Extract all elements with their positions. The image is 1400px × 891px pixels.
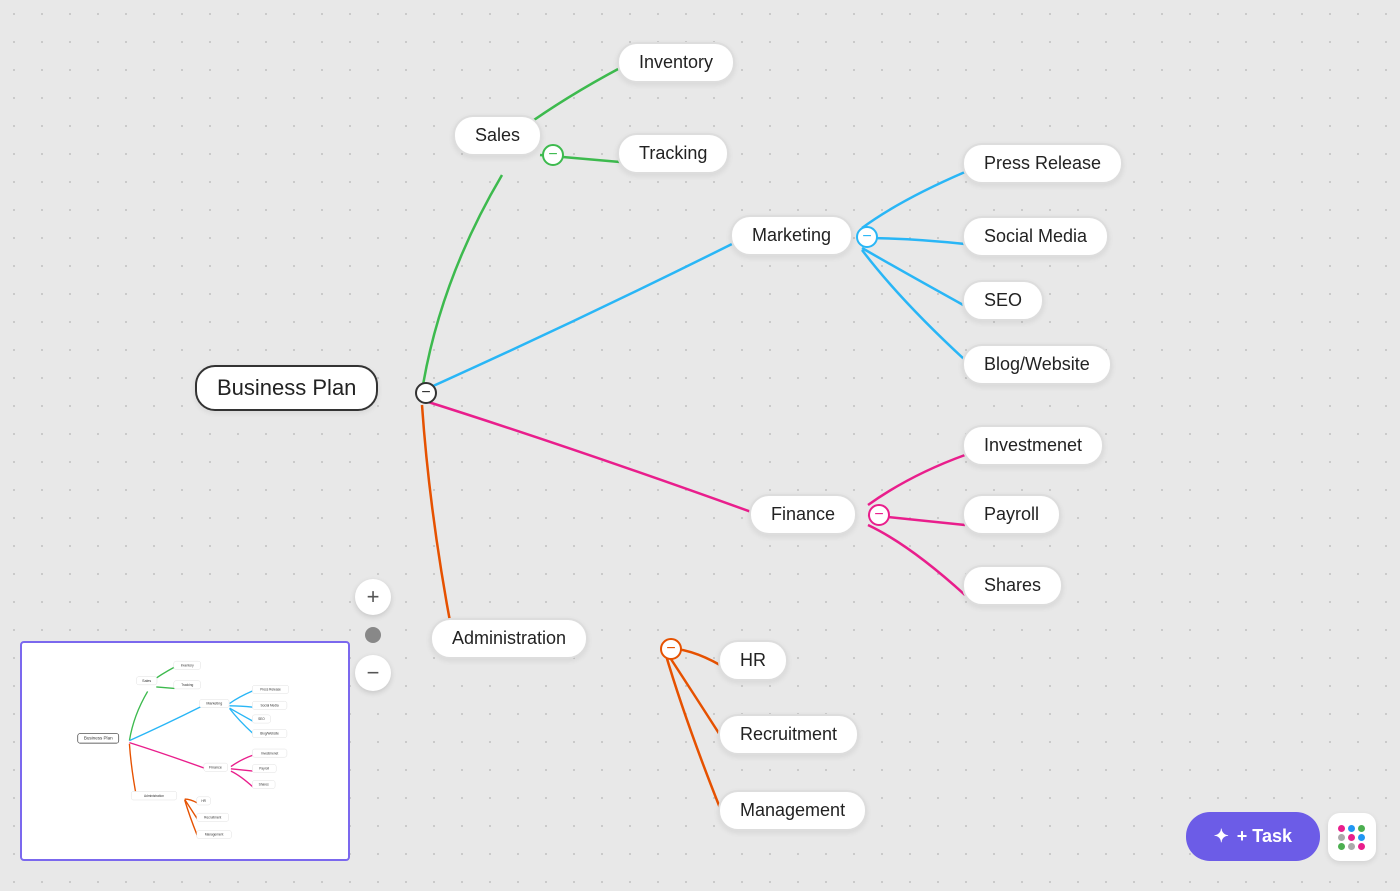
node-marketing[interactable]: Marketing xyxy=(730,215,853,256)
node-finance[interactable]: Finance xyxy=(749,494,857,535)
svg-text:SEO: SEO xyxy=(258,717,265,721)
collapse-finance[interactable]: − xyxy=(868,504,890,526)
grid-view-button[interactable] xyxy=(1328,813,1376,861)
svg-text:Press Release: Press Release xyxy=(260,688,281,692)
node-payroll[interactable]: Payroll xyxy=(962,494,1061,535)
collapse-business-plan[interactable]: − xyxy=(415,382,437,404)
svg-text:Business Plan: Business Plan xyxy=(84,735,113,740)
svg-text:Marketing: Marketing xyxy=(206,702,222,706)
collapse-sales[interactable]: − xyxy=(542,144,564,166)
node-seo-label: SEO xyxy=(984,290,1022,310)
svg-text:Finance: Finance xyxy=(209,765,222,769)
node-management[interactable]: Management xyxy=(718,790,867,831)
zoom-in-button[interactable]: + xyxy=(355,579,391,615)
node-recruitment-label: Recruitment xyxy=(740,724,837,744)
node-investmenet-label: Investmenet xyxy=(984,435,1082,455)
node-seo[interactable]: SEO xyxy=(962,280,1044,321)
node-inventory[interactable]: Inventory xyxy=(617,42,735,83)
grid-icon xyxy=(1338,825,1366,850)
add-task-button[interactable]: ✦ + Task xyxy=(1186,812,1320,861)
node-shares[interactable]: Shares xyxy=(962,565,1063,606)
node-payroll-label: Payroll xyxy=(984,504,1039,524)
node-blog-website[interactable]: Blog/Website xyxy=(962,344,1112,385)
node-social-media[interactable]: Social Media xyxy=(962,216,1109,257)
node-blog-website-label: Blog/Website xyxy=(984,354,1090,374)
collapse-administration[interactable]: − xyxy=(660,638,682,660)
zoom-dot xyxy=(365,627,381,643)
node-sales[interactable]: Sales xyxy=(453,115,542,156)
node-administration-label: Administration xyxy=(452,628,566,648)
node-administration[interactable]: Administration xyxy=(430,618,588,659)
svg-text:Shares: Shares xyxy=(259,783,269,787)
svg-text:Recruitment: Recruitment xyxy=(204,815,221,819)
node-hr[interactable]: HR xyxy=(718,640,788,681)
svg-text:HR: HR xyxy=(201,799,206,803)
node-marketing-label: Marketing xyxy=(752,225,831,245)
task-button-label: + Task xyxy=(1237,826,1292,847)
node-shares-label: Shares xyxy=(984,575,1041,595)
task-button-icon: ✦ xyxy=(1214,826,1229,847)
svg-text:Tracking: Tracking xyxy=(181,683,193,687)
svg-text:Sales: Sales xyxy=(142,679,151,683)
svg-text:Social Media: Social Media xyxy=(261,703,279,707)
zoom-controls: + − xyxy=(355,579,391,691)
node-tracking[interactable]: Tracking xyxy=(617,133,729,174)
svg-text:Blog/Website: Blog/Website xyxy=(260,732,279,736)
node-social-media-label: Social Media xyxy=(984,226,1087,246)
node-business-plan[interactable]: Business Plan xyxy=(195,365,378,411)
svg-text:Inventory: Inventory xyxy=(181,663,194,667)
node-press-release[interactable]: Press Release xyxy=(962,143,1123,184)
collapse-marketing[interactable]: − xyxy=(856,226,878,248)
node-hr-label: HR xyxy=(740,650,766,670)
node-press-release-label: Press Release xyxy=(984,153,1101,173)
zoom-out-button[interactable]: − xyxy=(355,655,391,691)
node-finance-label: Finance xyxy=(771,504,835,524)
svg-text:Management: Management xyxy=(205,833,224,837)
svg-text:Administration: Administration xyxy=(144,794,164,798)
node-inventory-label: Inventory xyxy=(639,52,713,72)
node-business-plan-label: Business Plan xyxy=(217,375,356,400)
minimap: Business Plan Sales Inventory Tracking M… xyxy=(20,641,350,861)
node-management-label: Management xyxy=(740,800,845,820)
node-recruitment[interactable]: Recruitment xyxy=(718,714,859,755)
node-tracking-label: Tracking xyxy=(639,143,707,163)
svg-text:Investmenet: Investmenet xyxy=(261,751,278,755)
node-investmenet[interactable]: Investmenet xyxy=(962,425,1104,466)
svg-text:Payroll: Payroll xyxy=(259,767,269,771)
node-sales-label: Sales xyxy=(475,125,520,145)
